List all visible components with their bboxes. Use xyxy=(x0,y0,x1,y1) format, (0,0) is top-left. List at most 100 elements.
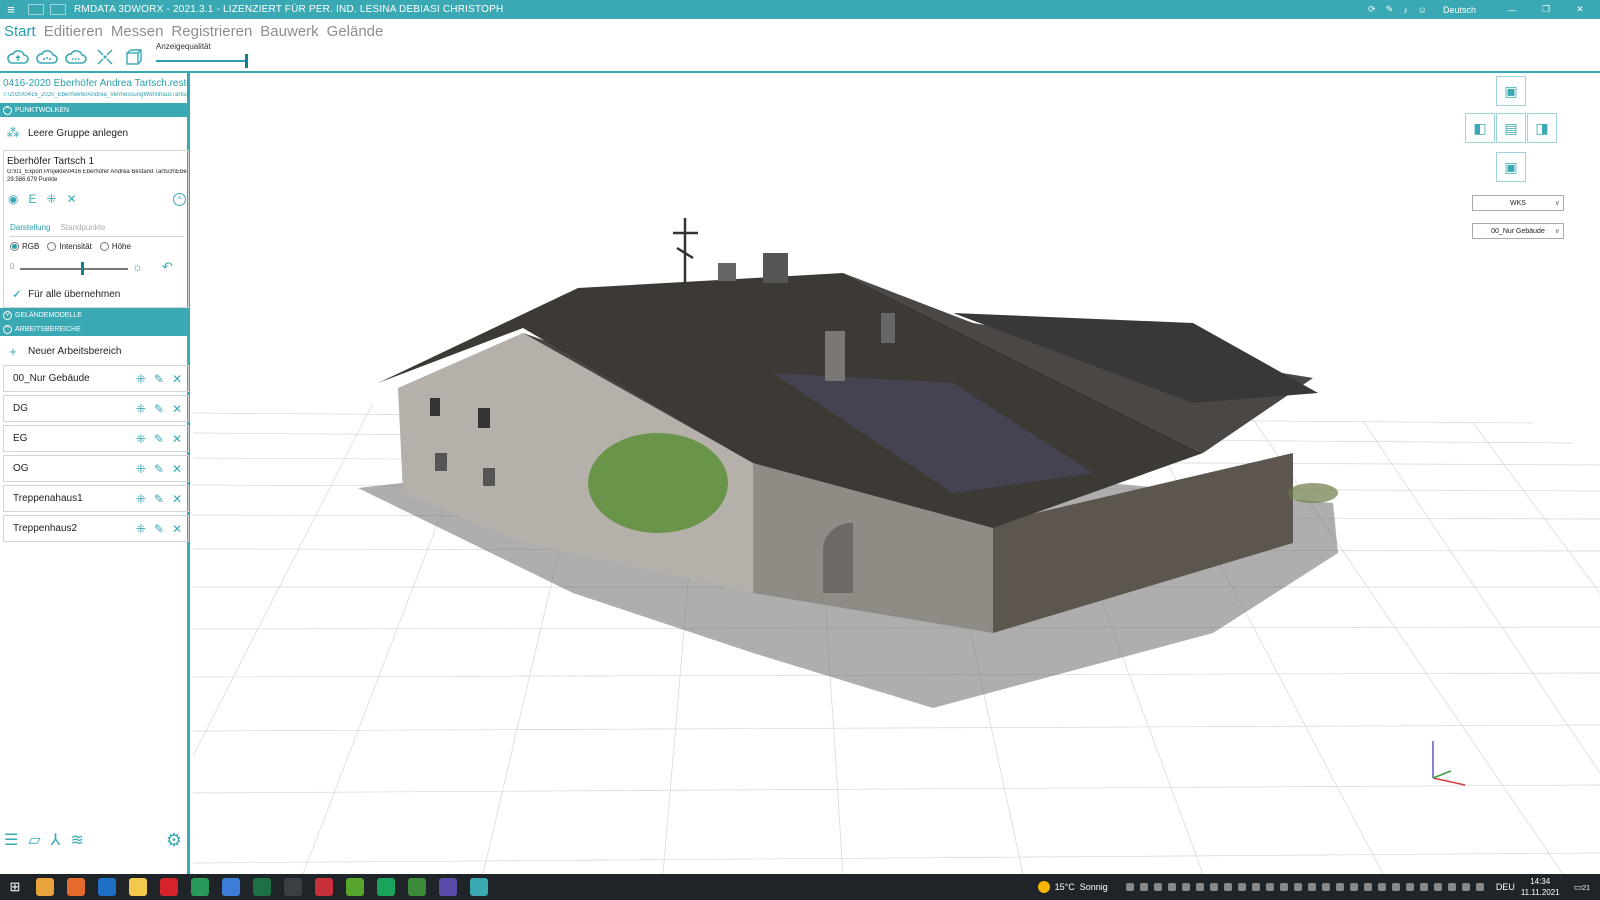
menu-icon[interactable]: ≡ xyxy=(0,0,22,19)
close-icon[interactable]: ✕ xyxy=(172,462,182,476)
tray-icon[interactable] xyxy=(1153,883,1162,891)
workarea-item[interactable]: Treppenahaus1 ⁜ ✎ ✕ xyxy=(3,485,189,512)
tray-icon[interactable] xyxy=(1405,883,1414,891)
app-green-icon[interactable] xyxy=(191,878,209,896)
windows-start-icon[interactable]: ⊞ xyxy=(0,879,30,895)
close-icon[interactable]: ✕ xyxy=(172,372,182,386)
close-icon[interactable]: ✕ xyxy=(172,432,182,446)
close-icon[interactable]: ✕ xyxy=(172,492,182,506)
radio-rgb[interactable]: RGB xyxy=(10,242,39,251)
app-map-icon[interactable] xyxy=(346,878,364,896)
quick-access-icon-2[interactable] xyxy=(50,4,66,15)
tray-icon[interactable] xyxy=(1209,883,1218,891)
tab-start[interactable]: Start xyxy=(4,23,36,40)
scatter-icon[interactable]: ⁜ xyxy=(136,492,146,506)
scatter-icon[interactable]: ⁜ xyxy=(136,462,146,476)
tab-gelaende[interactable]: Gelände xyxy=(327,23,384,40)
app-doc-icon[interactable] xyxy=(408,878,426,896)
minimize-button[interactable]: — xyxy=(1500,5,1524,15)
tray-icon[interactable] xyxy=(1265,883,1274,891)
view-top-icon[interactable]: ▣ xyxy=(1496,76,1526,106)
edit-icon[interactable]: ✎ xyxy=(154,432,164,446)
workarea-item[interactable]: Treppenhaus2 ⁜ ✎ ✕ xyxy=(3,515,189,542)
tray-icon[interactable] xyxy=(1181,883,1190,891)
tools-icon[interactable]: ✎ xyxy=(1386,4,1394,15)
3d-viewport[interactable]: ▣ ◧ ▤ ◨ ▣ WKS v 00_Nur Gebäude v xyxy=(193,73,1600,874)
tab-standpunkte[interactable]: Standpunkte xyxy=(60,223,105,232)
quick-access-icon[interactable] xyxy=(28,4,44,15)
scatter-icon[interactable]: ⁜ xyxy=(136,372,146,386)
tray-icon[interactable] xyxy=(1293,883,1302,891)
clock[interactable]: 14:34 11.11.2021 xyxy=(1521,876,1560,898)
tray-icon[interactable] xyxy=(1279,883,1288,891)
tray-icon[interactable] xyxy=(1433,883,1442,891)
user-icon[interactable]: ☺ xyxy=(1418,5,1427,15)
apply-all-button[interactable]: ✓ Für alle übernehmen xyxy=(12,287,120,301)
edit-icon[interactable]: ✎ xyxy=(154,492,164,506)
section-terrain[interactable]: v GELÄNDEMODELLE xyxy=(0,308,190,322)
tray-icon[interactable] xyxy=(1321,883,1330,891)
tab-messen[interactable]: Messen xyxy=(111,23,164,40)
scatter-icon[interactable] xyxy=(93,45,117,69)
app-circle-icon[interactable] xyxy=(377,878,395,896)
add-group-button[interactable]: ⁂ Leere Gruppe anlegen xyxy=(6,125,129,141)
firefox-icon[interactable] xyxy=(67,878,85,896)
scatter-icon[interactable]: ⁜ xyxy=(47,192,57,206)
view-front-icon[interactable]: ▤ xyxy=(1496,113,1526,143)
folder-icon[interactable]: ▱ xyxy=(28,830,40,850)
tray-icon[interactable] xyxy=(1223,883,1232,891)
cloud-dots-icon[interactable] xyxy=(64,45,88,69)
tray-icon[interactable] xyxy=(1139,883,1148,891)
close-icon[interactable]: ✕ xyxy=(172,522,182,536)
point-cloud-scene[interactable] xyxy=(193,73,1600,874)
radio-hoehe[interactable]: Höhe xyxy=(99,242,131,251)
tray-icon[interactable] xyxy=(1475,883,1484,891)
database-icon[interactable]: ☰ xyxy=(4,830,18,850)
excel-icon[interactable] xyxy=(253,878,271,896)
input-language[interactable]: DEU xyxy=(1496,882,1515,892)
tray-icon[interactable] xyxy=(1363,883,1372,891)
workarea-item[interactable]: EG ⁜ ✎ ✕ xyxy=(3,425,189,452)
close-icon[interactable]: ✕ xyxy=(172,402,182,416)
axes-icon[interactable]: ⅄ xyxy=(51,830,61,850)
gear-icon[interactable]: ⚙ xyxy=(166,830,182,851)
tray-icon[interactable] xyxy=(1307,883,1316,891)
scatter-icon[interactable]: ⁜ xyxy=(136,402,146,416)
cloud-points-icon[interactable] xyxy=(35,45,59,69)
tray-icon[interactable] xyxy=(1391,883,1400,891)
coord-system-select[interactable]: WKS v xyxy=(1472,195,1564,211)
workarea-select[interactable]: 00_Nur Gebäude v xyxy=(1472,223,1564,239)
box-view-icon[interactable] xyxy=(122,45,146,69)
brightness-slider-knob[interactable] xyxy=(81,262,84,275)
language-select[interactable]: Deutsch xyxy=(1443,5,1476,15)
tab-registrieren[interactable]: Registrieren xyxy=(171,23,252,40)
tab-darstellung[interactable]: Darstellung xyxy=(10,223,50,232)
quality-slider[interactable] xyxy=(156,60,248,62)
bell-icon[interactable]: ♪ xyxy=(1403,5,1408,15)
layers-icon[interactable]: ≋ xyxy=(70,830,83,850)
refresh-icon[interactable]: ⟳ xyxy=(1368,4,1376,15)
restore-button[interactable]: ❐ xyxy=(1534,4,1558,15)
radio-intensitaet[interactable]: Intensität xyxy=(47,242,92,251)
tab-bauwerk[interactable]: Bauwerk xyxy=(260,23,318,40)
explorer-icon[interactable] xyxy=(129,878,147,896)
tray-icon[interactable] xyxy=(1447,883,1456,891)
tray-icon[interactable] xyxy=(1461,883,1470,891)
section-pointclouds[interactable]: ^ PUNKTWOLKEN xyxy=(0,103,190,117)
edit-icon[interactable]: ✎ xyxy=(154,402,164,416)
edit-icon[interactable]: ✎ xyxy=(154,372,164,386)
3dworx-taskbar-icon[interactable] xyxy=(470,878,488,896)
close-button[interactable]: ✕ xyxy=(1568,4,1592,15)
edit-icon[interactable]: ✎ xyxy=(154,462,164,476)
tray-icon[interactable] xyxy=(1377,883,1386,891)
view-bottom-icon[interactable]: ▣ xyxy=(1496,152,1526,182)
weather-widget[interactable]: 15°C Sonnig xyxy=(1037,881,1108,893)
tray-icon[interactable] xyxy=(1195,883,1204,891)
acrobat-icon[interactable] xyxy=(160,878,178,896)
undo-icon[interactable]: ↶ xyxy=(162,259,173,275)
tray-icon[interactable] xyxy=(1419,883,1428,891)
brightness-slider[interactable] xyxy=(20,268,128,270)
app-dark-icon[interactable] xyxy=(284,878,302,896)
workarea-item[interactable]: 00_Nur Gebäude ⁜ ✎ ✕ xyxy=(3,365,189,392)
app-blue-icon[interactable] xyxy=(222,878,240,896)
